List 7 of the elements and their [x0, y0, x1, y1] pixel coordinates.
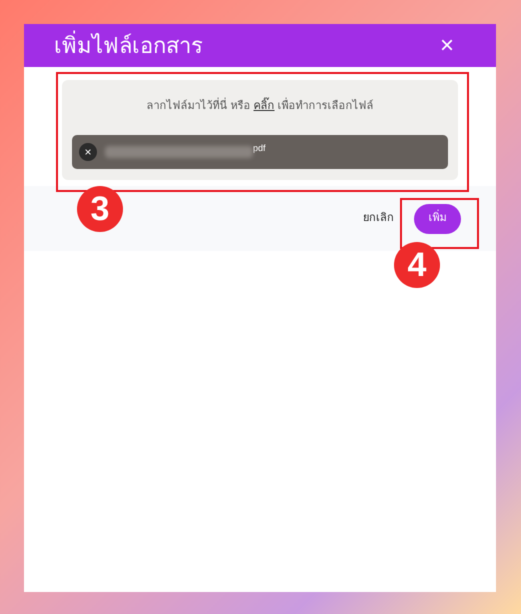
add-button[interactable]: เพิ่ม: [414, 204, 461, 234]
remove-file-button[interactable]: ×: [79, 142, 97, 160]
file-extension: pdf: [253, 142, 266, 155]
cancel-button[interactable]: ยกเลิก: [363, 210, 394, 227]
drop-zone[interactable]: ลากไฟล์มาไว้ที่นี่ หรือ คลิ๊ก เพื่อทำการเลือกไฟล์ × pdf: [62, 80, 458, 180]
close-button[interactable]: ×: [440, 34, 454, 58]
drop-hint: ลากไฟล์มาไว้ที่นี่ หรือ คลิ๊ก เพื่อทำการเลือกไฟล์: [146, 98, 374, 114]
